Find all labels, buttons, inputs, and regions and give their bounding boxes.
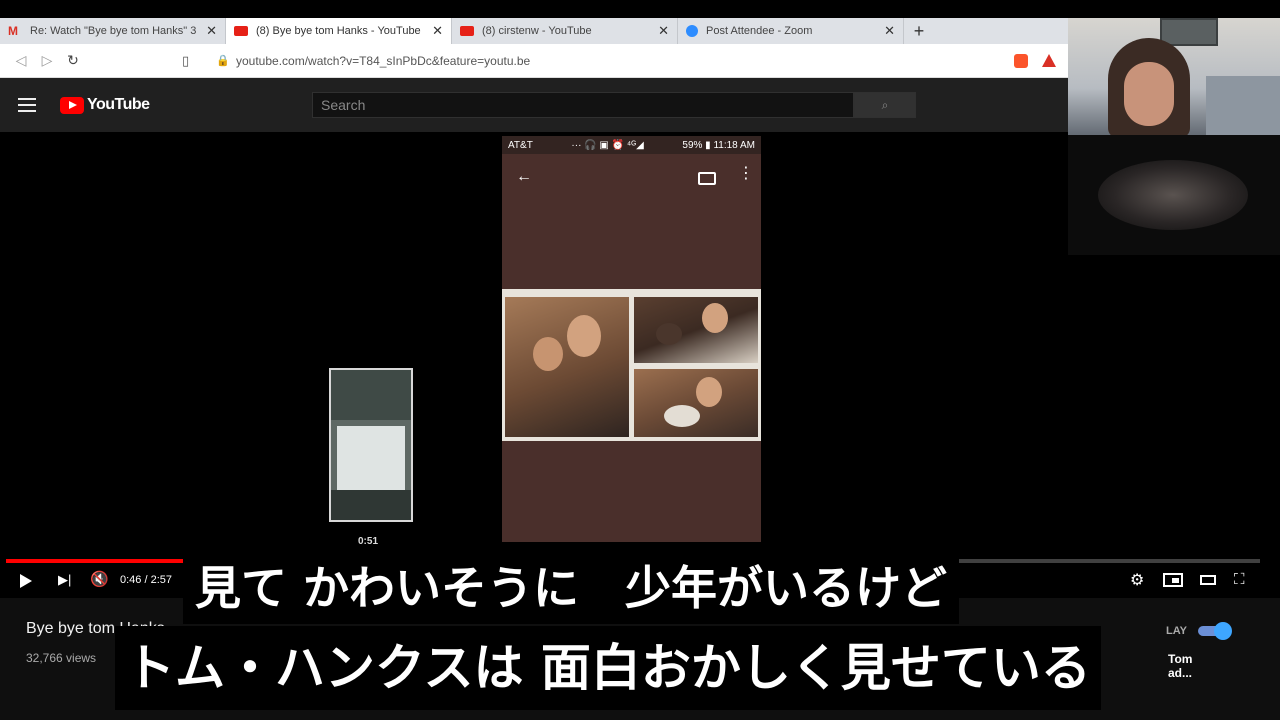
youtube-play-icon (60, 96, 84, 114)
close-icon[interactable]: ✕ (658, 23, 669, 39)
wall-picture (1160, 18, 1218, 46)
tab-youtube-channel[interactable]: (8) cirstenw - YouTube ✕ (452, 18, 678, 44)
photo-top-right (634, 297, 758, 363)
tab-youtube-video[interactable]: (8) Bye bye tom Hanks - YouTube ✕ (226, 18, 452, 44)
browser-tab-bar: M Re: Watch "Bye bye tom Hanks" 3 ✕ (8) … (0, 18, 1068, 44)
youtube-logo[interactable]: YouTube (60, 96, 150, 114)
status-icons: ··· 🎧 ▣ ⏰ ⁴ᴳ◢ (571, 139, 644, 151)
carrier-label: AT&T (508, 139, 533, 151)
seek-preview-time: 0:51 (358, 536, 379, 547)
next-icon[interactable]: ▶| (58, 572, 71, 588)
fullscreen-icon[interactable]: ⛶ (1234, 571, 1245, 588)
tab-zoom[interactable]: Post Attendee - Zoom ✕ (678, 18, 904, 44)
bookmark-icon[interactable]: ▯ (182, 53, 202, 69)
search-button[interactable]: ⌕ (854, 92, 916, 118)
zoom-icon (686, 25, 698, 37)
autoplay-label: LAY (1166, 625, 1187, 637)
close-icon[interactable]: ✕ (432, 23, 443, 39)
photo-collage (502, 289, 761, 441)
gmail-icon: M (8, 24, 18, 38)
logo-text: YouTube (87, 96, 150, 113)
theater-mode-icon[interactable] (1200, 575, 1216, 585)
forward-arrow-icon[interactable]: ▷ (34, 52, 60, 69)
tab-label: Post Attendee - Zoom (706, 25, 813, 37)
play-icon[interactable] (20, 574, 32, 588)
phone-screen-video: AT&T ··· 🎧 ▣ ⏰ ⁴ᴳ◢ 59% ▮ 11:18 AM ← ⋮ (502, 136, 761, 542)
address-bar: ◁ ▷ ↻ ▯ 🔒 youtube.com/watch?v=T84_sInPbD… (0, 44, 1068, 78)
search-icon: ⌕ (881, 97, 889, 112)
new-tab-button[interactable]: + (904, 18, 934, 44)
youtube-icon (460, 26, 474, 36)
phone-app-bar: ← ⋮ (502, 154, 761, 202)
youtube-header: YouTube Search ⌕ (0, 78, 1068, 132)
time-display: 0:46 / 2:57 (120, 574, 172, 586)
url-field[interactable]: youtube.com/watch?v=T84_sInPbDc&feature=… (236, 54, 1014, 68)
brave-rewards-icon[interactable] (1042, 54, 1056, 67)
lock-icon[interactable]: 🔒 (216, 54, 232, 67)
battery-time-label: 59% ▮ 11:18 AM (682, 139, 755, 151)
progress-played (6, 559, 195, 563)
reload-icon[interactable]: ↻ (60, 52, 86, 69)
seek-preview-thumbnail (329, 368, 413, 522)
tab-label: (8) Bye bye tom Hanks - YouTube (256, 25, 421, 37)
close-icon[interactable]: ✕ (206, 23, 217, 39)
mute-icon[interactable]: 🔇 (90, 570, 109, 588)
miniplayer-icon[interactable] (1163, 573, 1183, 587)
photo-bottom-right (634, 369, 758, 437)
tab-label: (8) cirstenw - YouTube (482, 25, 592, 37)
more-vert-icon: ⋮ (738, 165, 754, 182)
back-arrow-icon[interactable]: ◁ (8, 52, 34, 69)
subtitle-line-1: 見て かわいそうに 少年がいるけど (183, 552, 960, 624)
settings-gear-icon[interactable]: ⚙ (1130, 570, 1144, 590)
presenter-face (1124, 62, 1174, 126)
youtube-icon (234, 26, 248, 36)
search-input[interactable]: Search (312, 92, 854, 118)
subtitle-line-2: トム・ハンクスは 面白おかしく見せている (115, 626, 1101, 710)
phone-status-bar: AT&T ··· 🎧 ▣ ⏰ ⁴ᴳ◢ 59% ▮ 11:18 AM (502, 136, 761, 154)
webcam-feed (1068, 18, 1280, 135)
screen-top-strip (0, 0, 1280, 18)
webcam-feed-secondary (1068, 135, 1280, 255)
cast-icon (698, 172, 716, 185)
view-count: 32,766 views (26, 651, 97, 665)
tab-gmail[interactable]: M Re: Watch "Bye bye tom Hanks" 3 ✕ (0, 18, 226, 44)
close-icon[interactable]: ✕ (884, 23, 895, 39)
brave-shield-icon[interactable] (1014, 53, 1028, 68)
tab-label: Re: Watch "Bye bye tom Hanks" 3 (30, 25, 197, 37)
menu-icon[interactable] (18, 98, 36, 112)
autoplay-toggle[interactable] (1198, 622, 1232, 640)
photo-main (505, 297, 629, 437)
back-arrow-icon: ← (516, 168, 532, 185)
up-next-title[interactable]: Tom ad... (1168, 652, 1208, 680)
